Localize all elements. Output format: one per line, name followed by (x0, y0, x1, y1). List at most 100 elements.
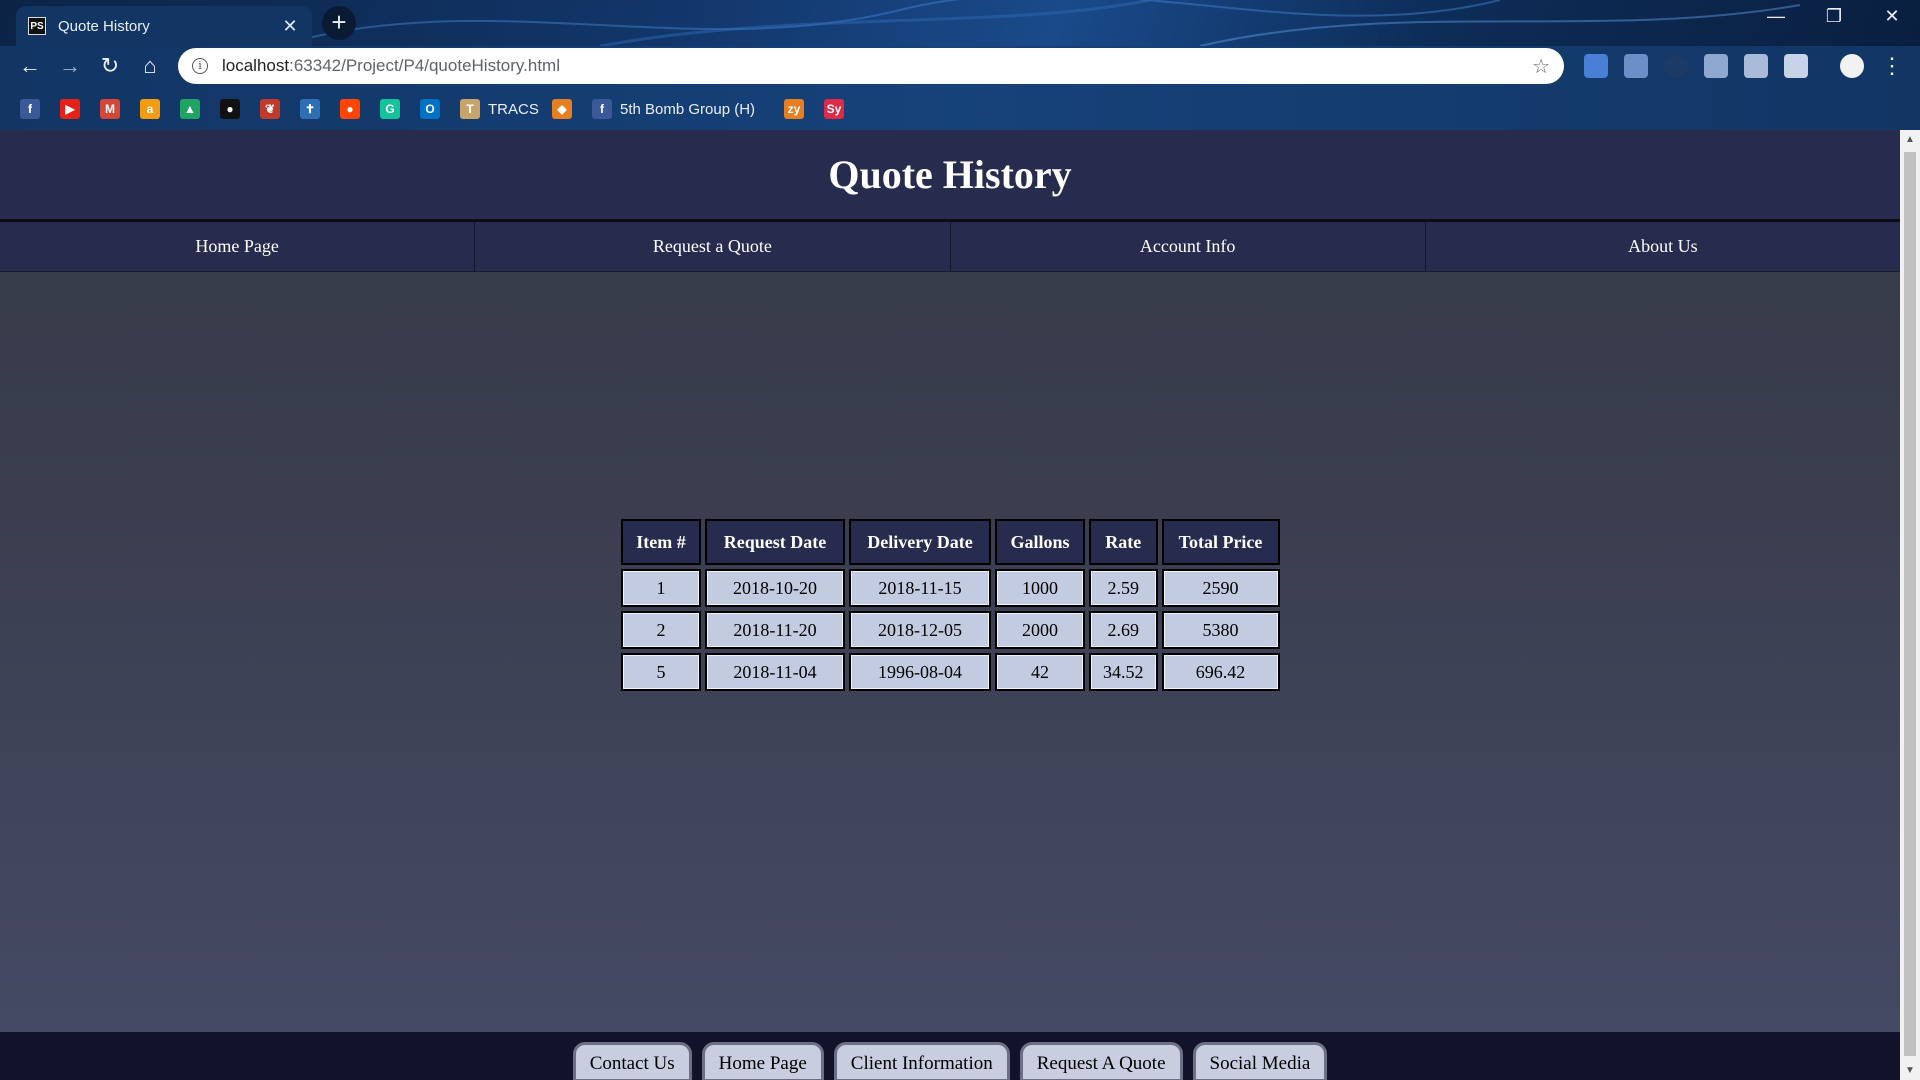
reload-button[interactable]: ↻ (92, 48, 128, 84)
grammarly-icon: G (380, 99, 400, 119)
close-tab-icon[interactable]: ✕ (280, 16, 300, 37)
profile-avatar-icon[interactable] (1840, 54, 1864, 78)
back-button[interactable]: ← (12, 48, 48, 84)
cell-gallons: 1000 (995, 569, 1085, 607)
bookmark-item[interactable]: G (380, 98, 400, 120)
bookmark-item[interactable]: ● (340, 98, 360, 120)
info-icon[interactable]: i (192, 58, 208, 74)
browser-tab[interactable]: PS Quote History ✕ (16, 6, 312, 46)
bookmark-label: 5th Bomb Group (H) (620, 100, 756, 118)
page-header: Quote History (0, 130, 1900, 222)
header-item-number: Item # (621, 519, 701, 565)
address-bar[interactable]: i localhost:63342/Project/P4/quoteHistor… (178, 48, 1564, 84)
site-nav: Home Page Request a Quote Account Info A… (0, 222, 1900, 272)
footer-contact-us-button[interactable]: Contact Us (572, 1042, 692, 1080)
table-row: 1 2018-10-20 2018-11-15 1000 2.59 2590 (621, 569, 1280, 607)
bookmark-item[interactable]: f (20, 98, 40, 120)
bookmark-item[interactable]: ▶ (60, 98, 80, 120)
nav-request-quote[interactable]: Request a Quote (475, 222, 951, 271)
footer-request-a-quote-button[interactable]: Request A Quote (1019, 1042, 1183, 1080)
zybooks-icon: zy (784, 99, 804, 119)
footer-social-media-button[interactable]: Social Media (1192, 1042, 1328, 1080)
bookmark-item[interactable]: ▲ (180, 98, 200, 120)
bookmark-item[interactable]: ✝ (300, 98, 320, 120)
download-extension-icon[interactable] (1624, 54, 1648, 78)
cell-item-number: 2 (621, 611, 701, 649)
cell-gallons: 42 (995, 653, 1085, 691)
tab-title: Quote History (58, 17, 150, 35)
bookmark-item[interactable]: T TRACS (460, 98, 539, 120)
translate-extension-icon[interactable] (1584, 54, 1608, 78)
header-rate: Rate (1089, 519, 1158, 565)
footer-home-page-button[interactable]: Home Page (701, 1042, 824, 1080)
bookmark-item[interactable]: M (100, 98, 120, 120)
minimize-button[interactable]: — (1756, 6, 1796, 27)
link-extension-icon[interactable] (1784, 54, 1808, 78)
tracs-icon: T (460, 99, 480, 119)
url-host: localhost (222, 56, 290, 75)
diamond-icon: ◆ (552, 99, 572, 119)
cell-delivery-date: 1996-08-04 (849, 653, 991, 691)
bookmark-item[interactable]: zy (784, 98, 804, 120)
cell-total-price: 696.42 (1161, 653, 1280, 691)
header-delivery-date: Delivery Date (849, 519, 991, 565)
bookmark-item[interactable]: O (420, 98, 440, 120)
bookmark-item[interactable]: ◆ (552, 98, 572, 120)
bookmark-item[interactable]: a (140, 98, 160, 120)
restore-button[interactable]: ❐ (1814, 6, 1854, 27)
close-window-button[interactable]: ✕ (1872, 6, 1912, 27)
page-title: Quote History (828, 152, 1072, 197)
facebook-icon: f (592, 99, 612, 119)
page-footer: Contact Us Home Page Client Information … (0, 1032, 1900, 1080)
vertical-scrollbar[interactable]: ▲ ▼ (1900, 130, 1920, 1080)
github-icon: ● (220, 99, 240, 119)
new-tab-button[interactable]: + (322, 6, 356, 40)
table-row: 5 2018-11-04 1996-08-04 42 34.52 696.42 (621, 653, 1280, 691)
bookmark-item[interactable]: ● (220, 98, 240, 120)
scroll-up-icon[interactable]: ▲ (1900, 134, 1920, 145)
nav-home-page[interactable]: Home Page (0, 222, 476, 271)
url-path: :63342/Project/P4/quoteHistory.html (289, 56, 560, 75)
cell-total-price: 2590 (1161, 569, 1280, 607)
home-button[interactable]: ⌂ (132, 48, 168, 84)
cell-total-price: 5380 (1161, 611, 1280, 649)
bookmark-item[interactable]: Sy (824, 98, 844, 120)
menu-icon[interactable]: ⋮ (1874, 48, 1910, 84)
cell-request-date: 2018-10-20 (705, 569, 845, 607)
record-extension-icon[interactable] (1664, 54, 1688, 78)
footer-client-information-button[interactable]: Client Information (833, 1042, 1010, 1080)
bookmark-item[interactable]: ❦ (260, 98, 280, 120)
symbolab-icon: Sy (824, 99, 844, 119)
bookmark-star-icon[interactable]: ☆ (1532, 54, 1550, 79)
forward-button[interactable]: → (52, 48, 88, 84)
page-viewport: Quote History Home Page Request a Quote … (0, 130, 1900, 1080)
table-header-row: Item # Request Date Delivery Date Gallon… (621, 519, 1280, 565)
nav-about-us[interactable]: About Us (1426, 222, 1900, 271)
nav-account-info[interactable]: Account Info (951, 222, 1426, 271)
cell-rate: 34.52 (1089, 653, 1158, 691)
phpstorm-icon: PS (28, 17, 46, 35)
bookmark-item[interactable]: f 5th Bomb Group (H) (592, 98, 755, 120)
quote-history-table-wrap: Item # Request Date Delivery Date Gallon… (617, 515, 1284, 695)
cell-request-date: 2018-11-20 (705, 611, 845, 649)
header-request-date: Request Date (705, 519, 845, 565)
table-row: 2 2018-11-20 2018-12-05 2000 2.69 5380 (621, 611, 1280, 649)
gmail-icon: M (100, 99, 120, 119)
cell-delivery-date: 2018-12-05 (849, 611, 991, 649)
quote-history-table: Item # Request Date Delivery Date Gallon… (617, 515, 1284, 695)
scroll-down-icon[interactable]: ▼ (1900, 1065, 1920, 1076)
bookmarks-bar: f ▶ Ma ▲ ● ❦ ✝ ● G O T TRACS ◆ f 5th Bomb Group (H) zy S… (0, 90, 1920, 130)
outlook-icon: O (420, 99, 440, 119)
scrollbar-thumb[interactable] (1904, 152, 1916, 1056)
chat-extension-icon[interactable] (1704, 54, 1728, 78)
amazon-icon: a (140, 99, 160, 119)
drive-extension-icon[interactable] (1744, 54, 1768, 78)
reddit-icon: ● (340, 99, 360, 119)
header-gallons: Gallons (995, 519, 1085, 565)
facebook-icon: f (20, 99, 40, 119)
url-text[interactable]: localhost:63342/Project/P4/quoteHistory.… (222, 56, 1532, 76)
cell-item-number: 5 (621, 653, 701, 691)
cell-rate: 2.69 (1089, 611, 1158, 649)
cell-request-date: 2018-11-04 (705, 653, 845, 691)
browser-titlebar: PS Quote History ✕ + — ❐ ✕ (0, 0, 1920, 46)
